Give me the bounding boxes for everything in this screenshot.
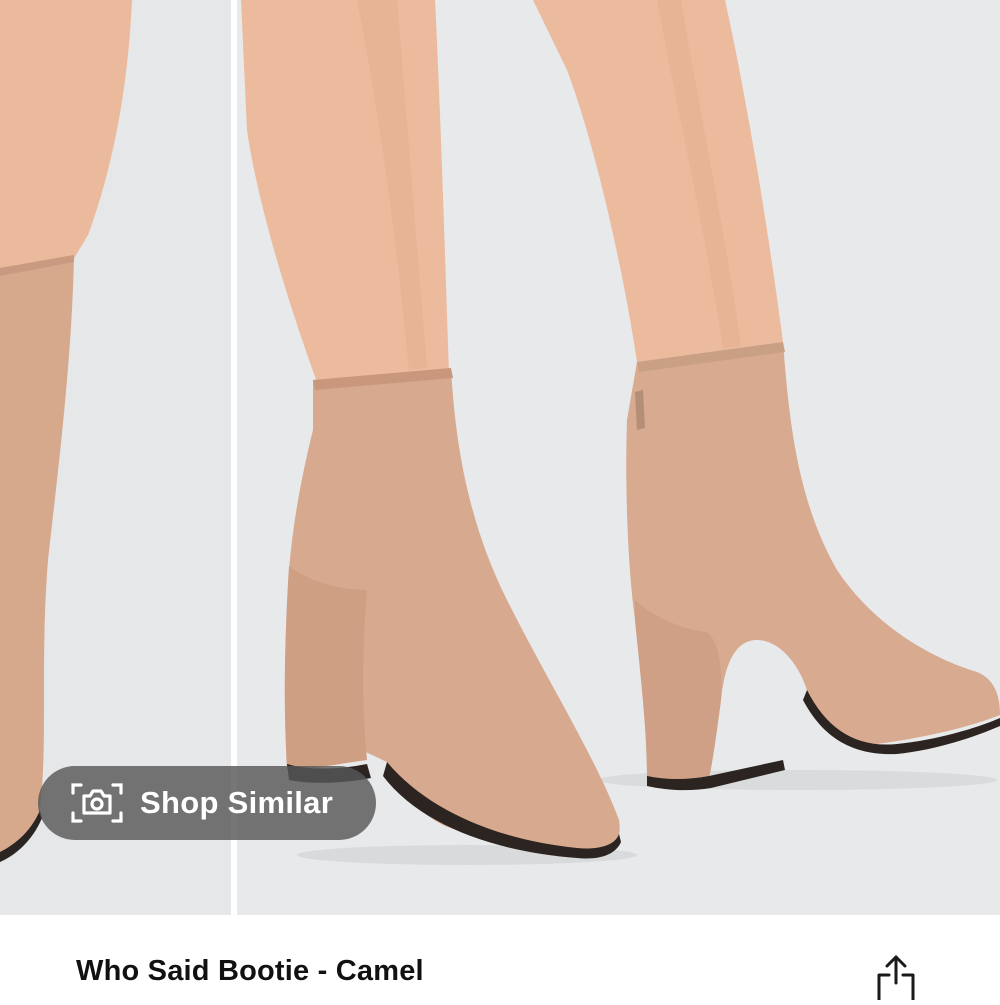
share-button[interactable] xyxy=(874,953,918,1002)
shop-similar-label: Shop Similar xyxy=(140,785,334,820)
product-title: Who Said Bootie - Camel xyxy=(76,955,424,987)
camera-icon xyxy=(70,780,124,826)
shop-similar-button[interactable]: Shop Similar xyxy=(38,766,376,840)
share-icon xyxy=(874,955,918,1004)
product-image-gallery[interactable]: Shop Similar xyxy=(0,0,1000,915)
product-info-bar: Who Said Bootie - Camel xyxy=(0,915,1000,1002)
